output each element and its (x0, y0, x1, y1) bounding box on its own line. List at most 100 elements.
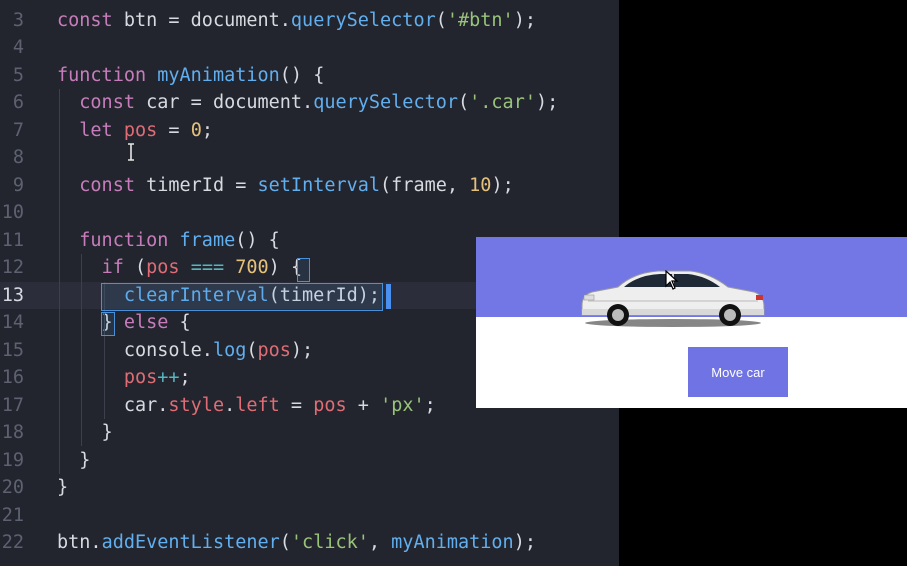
code-token: car. (57, 394, 169, 416)
code-token: btn = document. (112, 9, 291, 31)
code-text: function frame() { (57, 227, 280, 255)
code-token: ++ (157, 367, 180, 388)
code-token: ); (535, 92, 559, 113)
code-token: } (57, 449, 91, 471)
code-token: let (79, 119, 113, 141)
bracket-match-highlight (297, 258, 310, 282)
code-token: btn. (57, 532, 102, 553)
code-text: car.style.left = pos + 'px'; (57, 392, 436, 420)
code-line[interactable]: 6 const car = document.querySelector('.c… (0, 89, 619, 117)
code-token: { (168, 312, 191, 333)
code-token: setInterval (257, 174, 381, 196)
code-token: myAnimation (391, 532, 514, 553)
code-text: pos++; (57, 364, 191, 392)
code-line[interactable]: 18 } (0, 419, 619, 447)
code-text: function myAnimation() { (57, 62, 324, 90)
line-number: 10 (1, 202, 24, 223)
bracket-match-highlight (101, 312, 115, 336)
line-number: 3 (12, 9, 24, 31)
line-number: 15 (1, 339, 24, 361)
code-token: frame (179, 229, 236, 251)
browser-preview: Move car (476, 237, 907, 408)
code-token: ( (123, 257, 147, 278)
code-token: const (79, 92, 135, 113)
code-token: querySelector (290, 9, 436, 31)
code-line[interactable]: 20} (0, 474, 619, 502)
line-number: 9 (12, 174, 24, 196)
code-token: left (235, 394, 280, 416)
move-car-button[interactable]: Move car (688, 347, 788, 397)
code-line[interactable]: 9 const timerId = setInterval(frame, 10)… (0, 172, 619, 200)
code-token: style (168, 394, 225, 416)
code-token: log (212, 339, 247, 361)
code-token: = (157, 119, 191, 141)
code-token: '.car' (469, 92, 536, 113)
code-token: 'px' (380, 394, 425, 416)
code-token: function (57, 64, 147, 86)
line-number: 4 (12, 37, 24, 58)
line-number: 14 (1, 312, 24, 333)
line-number: 18 (1, 422, 24, 443)
code-token: ); (491, 174, 514, 196)
line-number: 12 (1, 257, 24, 278)
code-token: } (57, 477, 69, 498)
code-line[interactable]: 21 (0, 502, 619, 530)
code-token: if (101, 257, 124, 278)
code-token: myAnimation (157, 64, 280, 86)
code-line[interactable]: 8 (0, 144, 619, 172)
code-token: pos (313, 394, 347, 416)
code-token: } (57, 422, 113, 443)
code-token: ); (513, 532, 536, 553)
code-text: } (57, 419, 113, 447)
code-token: ; (179, 367, 191, 388)
code-token: () { (235, 229, 280, 251)
code-text: } (57, 474, 68, 502)
code-token: '#btn' (446, 9, 514, 31)
bracket-match-highlight (101, 283, 383, 311)
code-text: } else { (57, 309, 191, 337)
code-token: , (368, 532, 392, 553)
code-line[interactable]: 7 let pos = 0; (0, 117, 619, 145)
code-token: ( (435, 9, 447, 31)
code-text: btn.addEventListener('click', myAnimatio… (57, 529, 536, 557)
code-token: (frame, (380, 174, 470, 196)
code-line[interactable]: 19 } (0, 447, 619, 475)
mouse-pointer-icon (665, 270, 679, 290)
line-number: 5 (12, 64, 24, 86)
code-token: ; (201, 119, 213, 141)
line-number: 17 (1, 394, 24, 416)
code-token: 700 (235, 257, 269, 278)
code-text: const timerId = setInterval(frame, 10); (57, 172, 514, 200)
code-token: === (190, 257, 225, 278)
text-cursor-icon (128, 143, 134, 161)
code-token: car = document. (134, 92, 314, 113)
line-number: 13 (1, 284, 24, 306)
indent-guide (59, 89, 60, 474)
line-number: 7 (12, 119, 24, 141)
code-line[interactable]: 10 (0, 199, 619, 227)
code-text: let pos = 0; (57, 117, 213, 145)
code-text: console.log(pos); (57, 337, 313, 365)
line-number: 16 (1, 367, 24, 388)
code-token: else (123, 312, 169, 333)
code-line[interactable]: 3 const btn = document.querySelector('#bt… (0, 7, 619, 35)
code-token: const (57, 9, 113, 31)
line-number: 6 (12, 92, 24, 113)
line-number: 8 (12, 147, 24, 168)
code-token: . (224, 394, 236, 416)
text-caret (386, 284, 391, 309)
code-token: = (279, 394, 314, 416)
code-line[interactable]: 5 function myAnimation() { (0, 62, 619, 90)
code-line[interactable]: 4 (0, 34, 619, 62)
code-token: querySelector (313, 92, 458, 113)
code-line[interactable]: 22 btn.addEventListener('click', myAnimat… (0, 529, 619, 557)
code-token: () { (279, 64, 325, 86)
